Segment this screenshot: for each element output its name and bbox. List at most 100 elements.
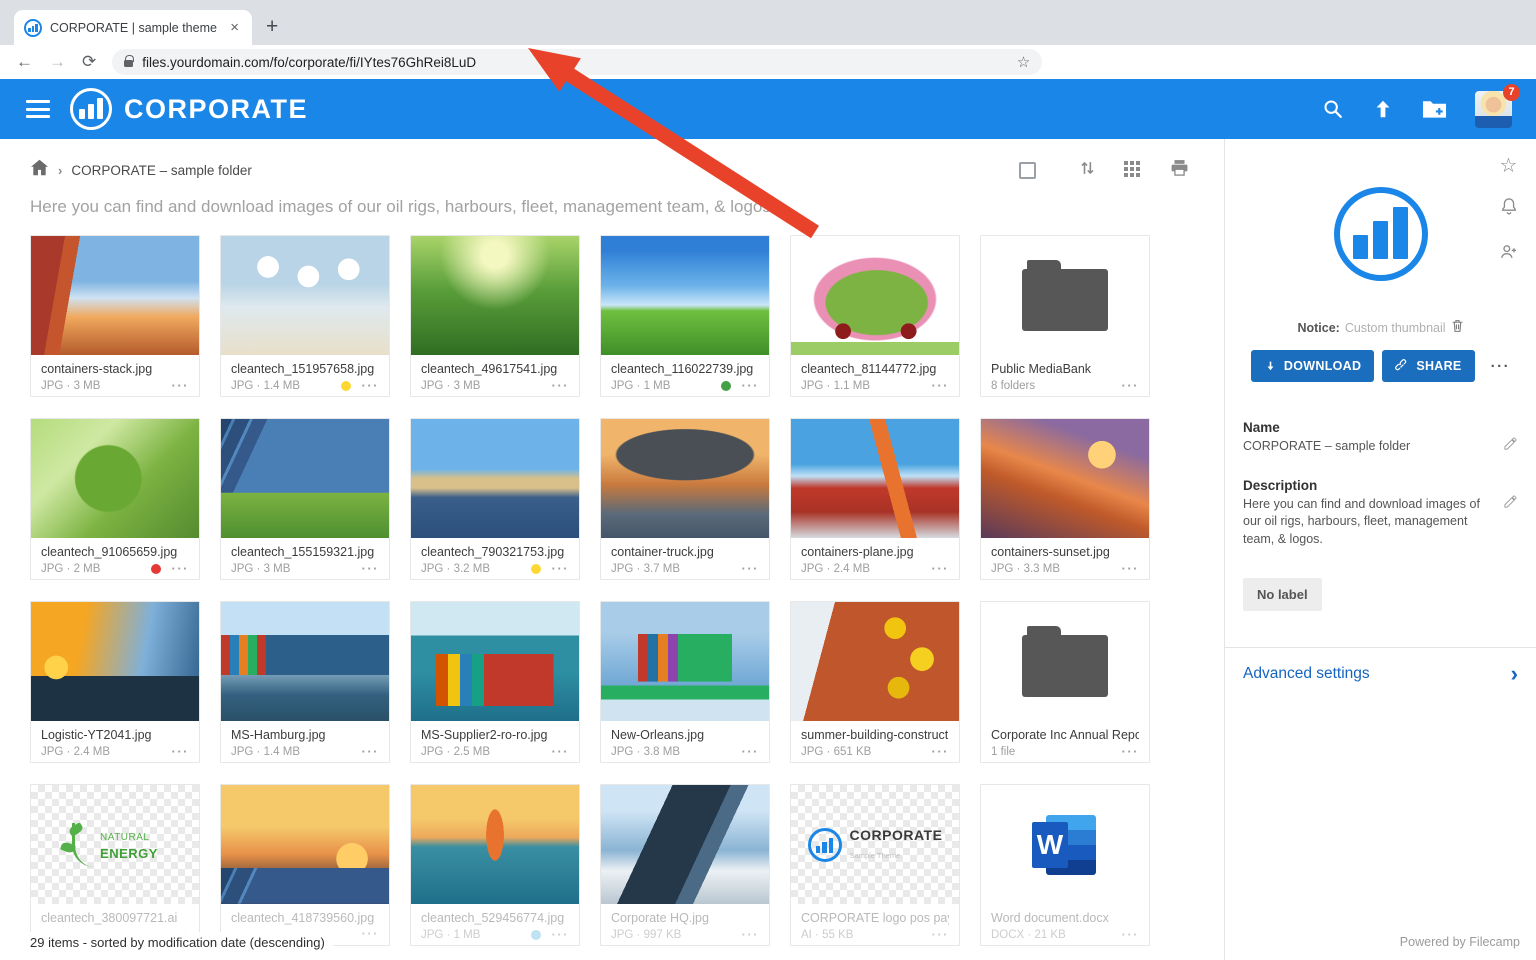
file-meta: JPG · 3 MB [41, 380, 100, 392]
file-card[interactable]: cleantech_151957658.jpg JPG · 1.4 MB ··· [220, 235, 390, 397]
edit-name-icon[interactable] [1503, 436, 1518, 456]
share-button[interactable]: SHARE [1382, 350, 1474, 382]
file-menu-icon[interactable]: ··· [1122, 381, 1140, 391]
file-card[interactable]: cleantech_81144772.jpg JPG · 1.1 MB··· [790, 235, 960, 397]
breadcrumb-folder[interactable]: CORPORATE – sample folder [71, 163, 252, 178]
file-card[interactable]: CORPORATESample Theme CORPORATE logo pos… [790, 784, 960, 946]
file-name: Corporate HQ.jpg [611, 911, 759, 925]
upload-icon[interactable] [1372, 98, 1394, 120]
file-card[interactable]: NATURALENERGY cleantech_380097721.ai ··· [30, 784, 200, 946]
file-menu-icon[interactable]: ··· [552, 747, 570, 757]
file-menu-icon[interactable]: ··· [742, 381, 760, 391]
file-menu-icon[interactable]: ··· [552, 930, 570, 940]
file-menu-icon[interactable]: ··· [172, 747, 190, 757]
folder-card[interactable]: Corporate Inc Annual Report 1 file··· [980, 601, 1150, 763]
new-tab-button[interactable]: + [266, 15, 278, 39]
favorite-star-icon[interactable]: ☆ [1500, 157, 1518, 175]
browser-tab[interactable]: CORPORATE | sample theme × [14, 10, 252, 45]
notice-value: Custom thumbnail [1345, 321, 1446, 335]
file-thumbnail [31, 602, 199, 721]
file-menu-icon[interactable]: ··· [932, 381, 950, 391]
file-card[interactable]: MS-Supplier2-ro-ro.jpg JPG · 2.5 MB··· [410, 601, 580, 763]
menu-icon[interactable] [26, 100, 50, 118]
file-card[interactable]: MS-Hamburg.jpg JPG · 1.4 MB··· [220, 601, 390, 763]
file-card[interactable]: New-Orleans.jpg JPG · 3.8 MB··· [600, 601, 770, 763]
search-icon[interactable] [1322, 98, 1344, 120]
share-users-icon[interactable] [1498, 242, 1519, 267]
corporate-logo: CORPORATESample Theme [808, 827, 943, 863]
file-meta: JPG · 1.4 MB [231, 380, 300, 392]
file-name: containers-plane.jpg [801, 545, 949, 559]
add-folder-icon[interactable] [1422, 98, 1447, 120]
url-text[interactable]: files.yourdomain.com/fo/corporate/fi/IYt… [142, 55, 1008, 70]
sidebar-more-icon[interactable]: ··· [1491, 358, 1511, 375]
file-menu-icon[interactable]: ··· [1122, 930, 1140, 940]
url-bar[interactable]: files.yourdomain.com/fo/corporate/fi/IYt… [112, 49, 1042, 75]
brand-logo[interactable]: CORPORATE [70, 88, 308, 130]
brand-name: CORPORATE [124, 94, 308, 125]
file-card[interactable]: container-truck.jpg JPG · 3.7 MB··· [600, 418, 770, 580]
file-name: Logistic-YT2041.jpg [41, 728, 189, 742]
file-card[interactable]: containers-sunset.jpg JPG · 3.3 MB··· [980, 418, 1150, 580]
file-card[interactable]: Logistic-YT2041.jpg JPG · 2.4 MB··· [30, 601, 200, 763]
file-card[interactable]: cleantech_49617541.jpg JPG · 3 MB··· [410, 235, 580, 397]
select-all-checkbox[interactable] [1019, 162, 1036, 179]
delete-thumbnail-icon[interactable] [1451, 319, 1464, 336]
home-icon[interactable] [30, 159, 49, 181]
print-icon[interactable] [1169, 158, 1190, 183]
folder-card[interactable]: Public MediaBank 8 folders··· [980, 235, 1150, 397]
file-name: cleantech_116022739.jpg [611, 362, 759, 376]
file-menu-icon[interactable]: ··· [362, 747, 380, 757]
forward-icon[interactable]: → [49, 52, 66, 72]
file-menu-icon[interactable]: ··· [742, 930, 760, 940]
file-meta: AI · 55 KB [801, 929, 853, 941]
file-card[interactable]: containers-stack.jpg JPG · 3 MB··· [30, 235, 200, 397]
file-card[interactable]: cleantech_418739560.jpg ··· [220, 784, 390, 946]
file-menu-icon[interactable]: ··· [362, 564, 380, 574]
file-menu-icon[interactable]: ··· [932, 564, 950, 574]
file-menu-icon[interactable]: ··· [1122, 747, 1140, 757]
grid-view-icon[interactable] [1124, 161, 1128, 165]
file-card[interactable]: summer-building-construction.jpg JPG · 6… [790, 601, 960, 763]
powered-by: Powered by Filecamp [1400, 935, 1520, 949]
file-thumbnail [411, 419, 579, 538]
description-value: Here you can find and download images of… [1243, 496, 1518, 549]
folder-thumbnail [981, 602, 1149, 721]
file-menu-icon[interactable]: ··· [742, 747, 760, 757]
no-label-chip[interactable]: No label [1243, 578, 1322, 611]
file-menu-icon[interactable]: ··· [932, 747, 950, 757]
file-menu-icon[interactable]: ··· [552, 381, 570, 391]
back-icon[interactable]: ← [16, 52, 33, 72]
file-menu-icon[interactable]: ··· [362, 381, 380, 391]
file-name: summer-building-construction.jpg [801, 728, 949, 742]
file-name: cleantech_151957658.jpg [231, 362, 379, 376]
browser-navbar: ← → ⟳ files.yourdomain.com/fo/corporate/… [0, 45, 1536, 79]
file-thumbnail [601, 602, 769, 721]
refresh-icon[interactable]: ⟳ [82, 52, 96, 72]
file-card[interactable]: Corporate HQ.jpg JPG · 997 KB··· [600, 784, 770, 946]
file-menu-icon[interactable]: ··· [932, 930, 950, 940]
file-card[interactable]: cleantech_790321753.jpg JPG · 3.2 MB··· [410, 418, 580, 580]
download-button[interactable]: DOWNLOAD [1251, 350, 1374, 382]
file-card[interactable]: W Word document.docx DOCX · 21 KB··· [980, 784, 1150, 946]
notifications-bell-icon[interactable] [1499, 196, 1519, 221]
tab-close-icon[interactable]: × [227, 19, 242, 36]
file-card[interactable]: cleantech_91065659.jpg JPG · 2 MB··· [30, 418, 200, 580]
status-bar: 29 items - sorted by modification date (… [30, 932, 333, 953]
sort-icon[interactable] [1077, 158, 1097, 183]
file-menu-icon[interactable]: ··· [362, 929, 380, 939]
file-menu-icon[interactable]: ··· [1122, 564, 1140, 574]
file-card[interactable]: cleantech_116022739.jpg JPG · 1 MB··· [600, 235, 770, 397]
file-menu-icon[interactable]: ··· [742, 564, 760, 574]
file-card[interactable]: cleantech_529456774.jpg JPG · 1 MB··· [410, 784, 580, 946]
file-menu-icon[interactable]: ··· [172, 381, 190, 391]
file-card[interactable]: containers-plane.jpg JPG · 2.4 MB··· [790, 418, 960, 580]
file-menu-icon[interactable]: ··· [172, 564, 190, 574]
file-menu-icon[interactable]: ··· [552, 564, 570, 574]
file-card[interactable]: cleantech_155159321.jpg JPG · 3 MB··· [220, 418, 390, 580]
advanced-settings-link[interactable]: Advanced settings › [1225, 648, 1536, 700]
file-name: cleantech_81144772.jpg [801, 362, 949, 376]
bookmark-star-icon[interactable]: ☆ [1017, 53, 1030, 71]
edit-description-icon[interactable] [1503, 494, 1518, 514]
avatar[interactable]: 7 [1475, 91, 1512, 128]
